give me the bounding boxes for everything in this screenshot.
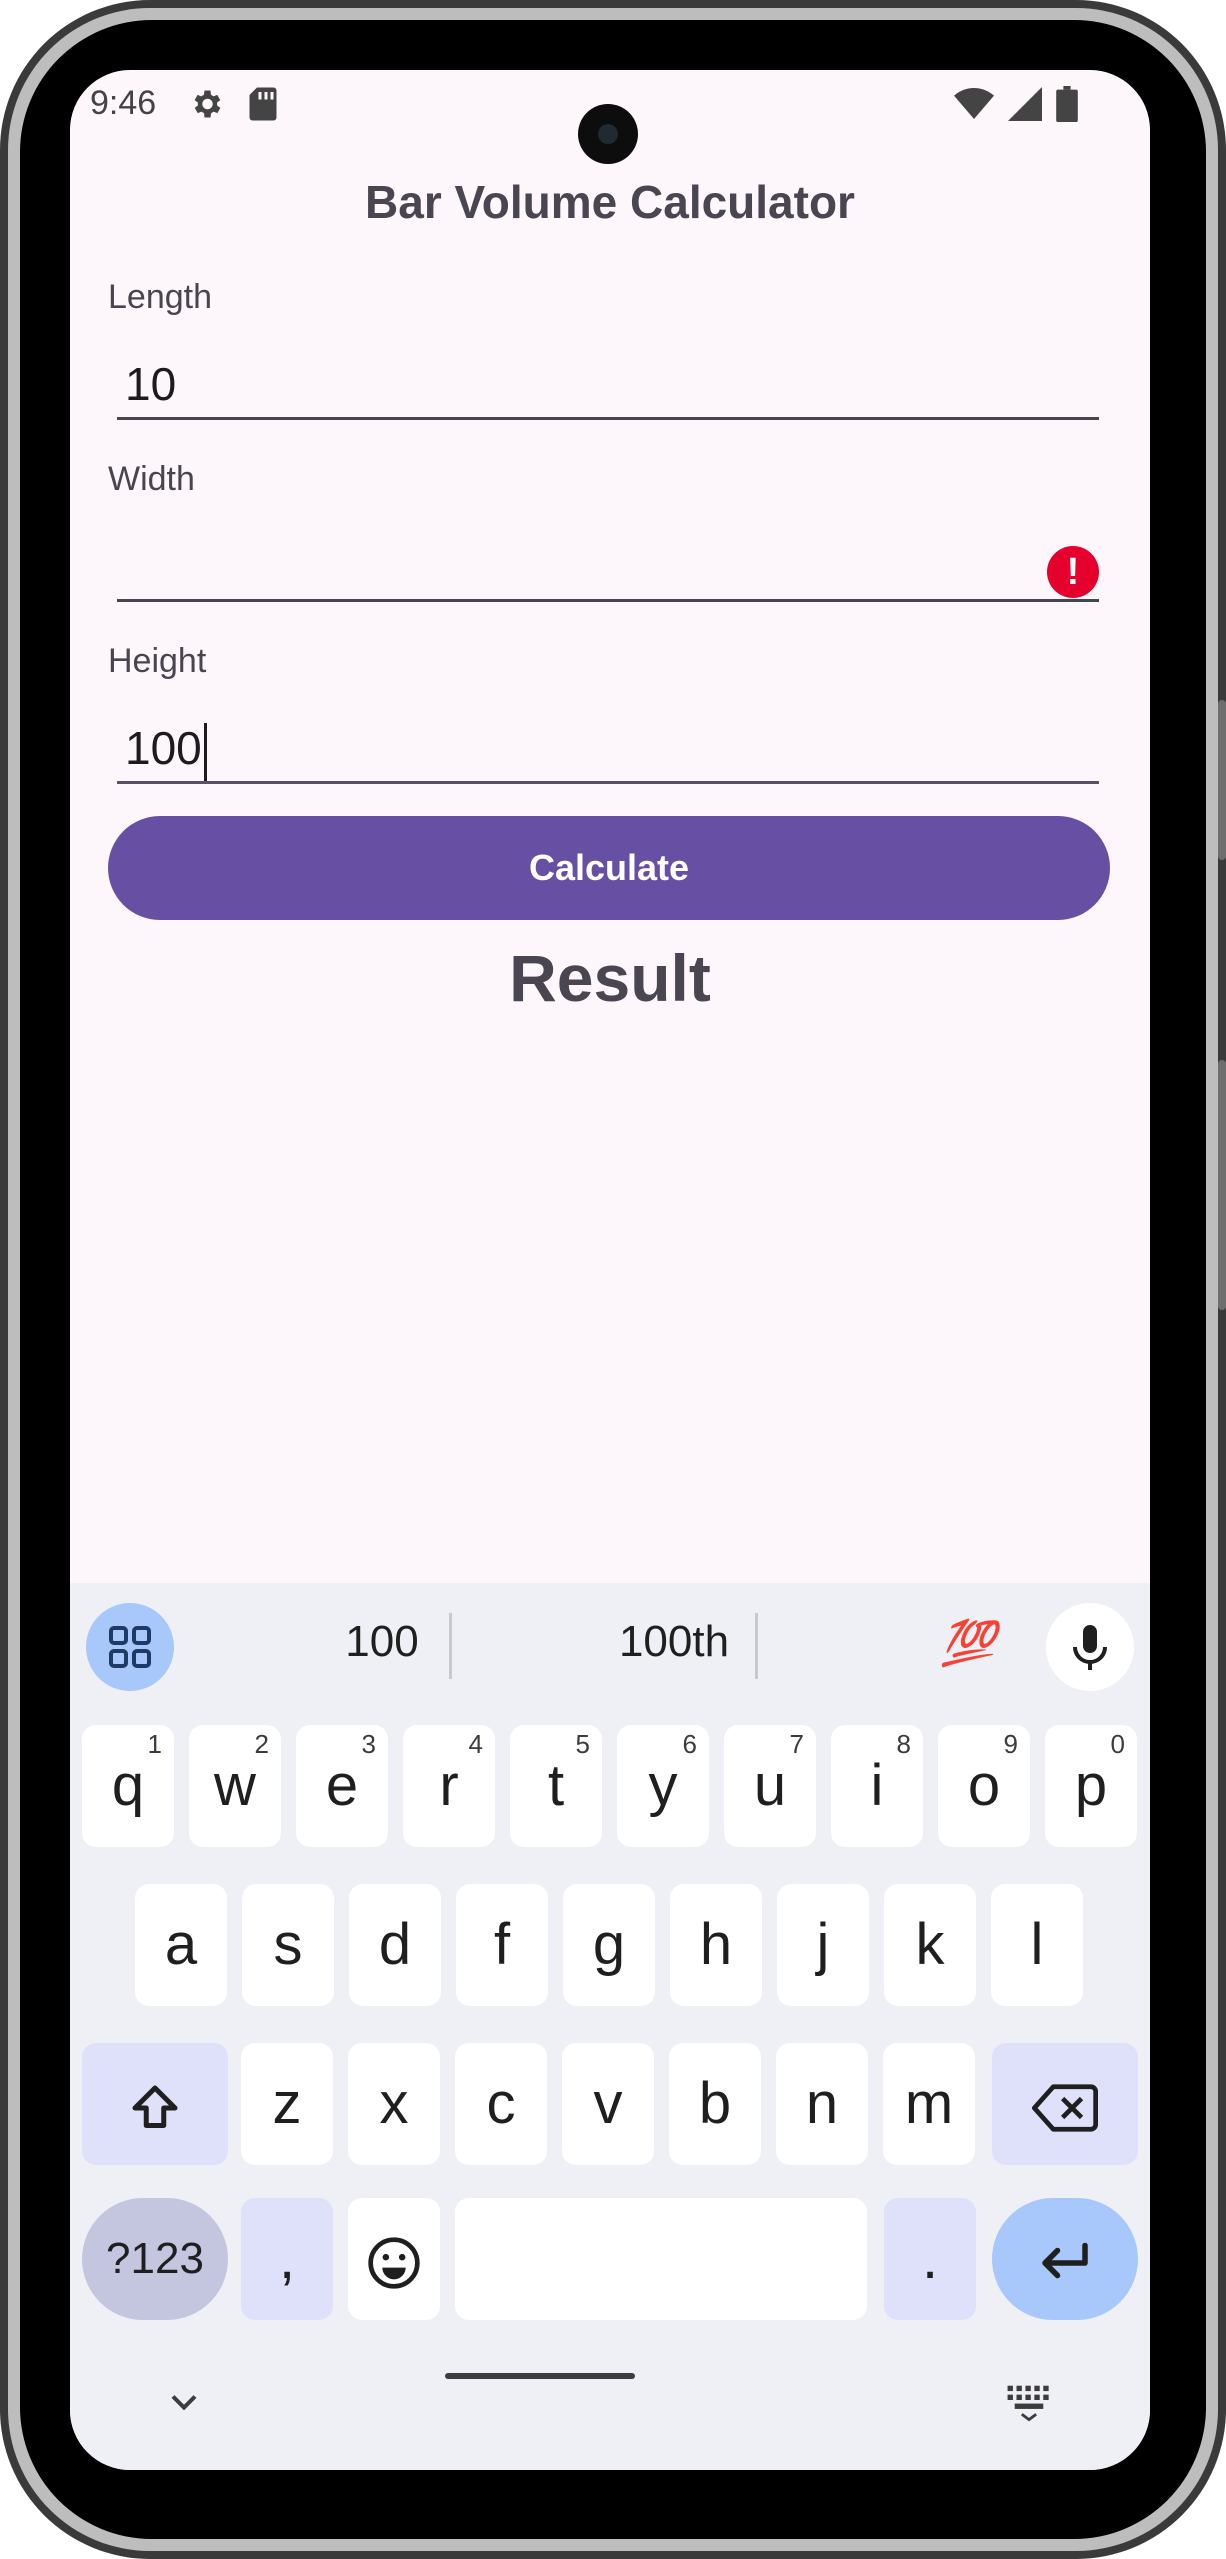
key-letter: o [967, 1753, 1001, 1818]
signal-icon [1008, 87, 1042, 121]
key-number-hint: 8 [896, 1729, 911, 1759]
height-value: 100 [125, 722, 202, 774]
keyboard: 100 100th 💯 q1w2e3r4t5y6u7i8o9p0 asdfghj… [70, 1583, 1150, 2470]
suggestion-bar: 100 100th 💯 [70, 1583, 1150, 1713]
key-number-hint: 0 [1110, 1729, 1125, 1759]
key-l[interactable]: l [991, 1884, 1083, 2006]
status-bar: 9:46 [70, 70, 1150, 170]
front-camera [578, 104, 638, 164]
screen: 9:46 Bar Volume Calculator Length 10 Wid… [70, 70, 1150, 2470]
key-n[interactable]: n [776, 2043, 868, 2165]
key-letter: r [439, 1753, 459, 1818]
key-letter: t [547, 1753, 565, 1818]
shift-icon [132, 2085, 178, 2128]
key-number-hint: 7 [789, 1729, 804, 1759]
key-w[interactable]: w2 [189, 1725, 281, 1847]
suggestion-divider [755, 1613, 758, 1679]
sd-card-icon [249, 87, 277, 121]
power-button [1218, 1060, 1226, 1310]
key-m[interactable]: m [883, 2043, 975, 2165]
enter-icon [1042, 2242, 1088, 2278]
symbols-key[interactable]: ?123 [82, 2198, 228, 2320]
key-c[interactable]: c [455, 2043, 547, 2165]
phone-frame: 9:46 Bar Volume Calculator Length 10 Wid… [0, 0, 1226, 2559]
result-label: Result [509, 941, 711, 1015]
key-number-hint: 6 [682, 1729, 697, 1759]
microphone-icon [1073, 1625, 1107, 1670]
key-d[interactable]: d [349, 1884, 441, 2006]
key-x[interactable]: x [348, 2043, 440, 2165]
keyboard-nav-row [70, 2338, 1150, 2468]
key-letter: i [870, 1753, 884, 1818]
backspace-key[interactable] [992, 2043, 1138, 2165]
length-input[interactable]: 10 [117, 348, 1099, 420]
key-v[interactable]: v [562, 2043, 654, 2165]
emoji-key[interactable] [348, 2198, 440, 2320]
key-q[interactable]: q1 [82, 1725, 174, 1847]
comma-key[interactable]: , [241, 2198, 333, 2320]
suggestion-divider [449, 1613, 452, 1679]
text-cursor [203, 722, 207, 781]
suggestion-2[interactable]: 100th [534, 1617, 814, 1667]
voice-input-button[interactable] [1046, 1603, 1134, 1691]
key-number-hint: 2 [254, 1729, 269, 1759]
gear-icon [194, 90, 221, 118]
wifi-icon [954, 88, 994, 119]
width-input[interactable]: ! [117, 530, 1099, 602]
key-letter: e [325, 1753, 359, 1818]
calculate-button[interactable]: Calculate [108, 816, 1110, 920]
key-g[interactable]: g [563, 1884, 655, 2006]
enter-key[interactable] [992, 2198, 1138, 2320]
error-icon: ! [1047, 546, 1099, 598]
key-letter: u [753, 1753, 787, 1818]
suggestion-1[interactable]: 100 [242, 1617, 522, 1667]
key-p[interactable]: p0 [1045, 1725, 1137, 1847]
key-letter: w [214, 1753, 256, 1818]
key-b[interactable]: b [669, 2043, 761, 2165]
key-letter: p [1074, 1753, 1108, 1818]
volume-button [1218, 700, 1226, 860]
backspace-icon [1032, 2084, 1098, 2132]
key-number-hint: 3 [361, 1729, 376, 1759]
key-j[interactable]: j [777, 1884, 869, 2006]
home-indicator[interactable] [445, 2373, 635, 2379]
key-number-hint: 9 [1003, 1729, 1018, 1759]
key-a[interactable]: a [135, 1884, 227, 2006]
key-r[interactable]: r4 [403, 1725, 495, 1847]
length-label: Length [108, 278, 212, 316]
keyboard-switch-icon[interactable] [1004, 2378, 1054, 2422]
key-number-hint: 5 [575, 1729, 590, 1759]
key-s[interactable]: s [242, 1884, 334, 2006]
emoji-icon [368, 2237, 420, 2289]
key-z[interactable]: z [241, 2043, 333, 2165]
height-label: Height [108, 642, 207, 680]
key-t[interactable]: t5 [510, 1725, 602, 1847]
key-e[interactable]: e3 [296, 1725, 388, 1847]
key-o[interactable]: o9 [938, 1725, 1030, 1847]
battery-icon [1056, 86, 1078, 122]
key-i[interactable]: i8 [831, 1725, 923, 1847]
key-h[interactable]: h [670, 1884, 762, 2006]
key-letter: q [111, 1753, 145, 1818]
key-letter: y [648, 1753, 678, 1818]
key-y[interactable]: y6 [617, 1725, 709, 1847]
app-title: Bar Volume Calculator [365, 176, 855, 228]
apps-grid-button[interactable] [86, 1603, 174, 1691]
height-input[interactable]: 100 [117, 712, 1099, 784]
space-key[interactable] [455, 2198, 867, 2320]
hide-keyboard-icon[interactable] [162, 2380, 206, 2424]
status-time: 9:46 [90, 84, 157, 122]
key-u[interactable]: u7 [724, 1725, 816, 1847]
key-f[interactable]: f [456, 1884, 548, 2006]
shift-key[interactable] [82, 2043, 228, 2165]
key-k[interactable]: k [884, 1884, 976, 2006]
key-number-hint: 1 [147, 1729, 162, 1759]
width-label: Width [108, 460, 195, 498]
grid-icon [109, 1626, 151, 1668]
key-number-hint: 4 [468, 1729, 483, 1759]
period-key[interactable]: . [884, 2198, 976, 2320]
